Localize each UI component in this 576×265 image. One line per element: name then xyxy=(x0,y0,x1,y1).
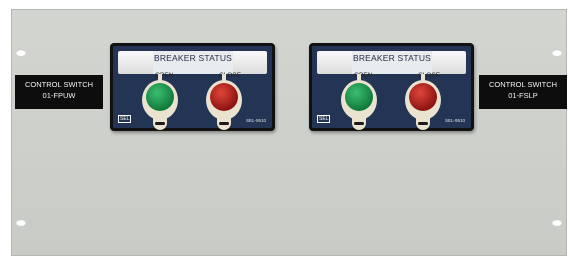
sel-logo: SEL xyxy=(317,115,331,123)
model-label: SEL-9510 xyxy=(245,118,266,123)
plate-line2: 01-FPUW xyxy=(42,91,76,100)
close-switch[interactable] xyxy=(403,74,443,132)
close-switch[interactable] xyxy=(204,74,244,132)
mount-hole-top-left xyxy=(16,49,26,56)
control-switch-plate-right: CONTROL SWITCH 01-FSLP xyxy=(479,75,567,109)
open-switch[interactable] xyxy=(339,74,379,132)
plate-line2: 01-FSLP xyxy=(508,91,538,100)
mount-hole-bottom-right xyxy=(552,219,562,226)
control-switch-plate-left: CONTROL SWITCH 01-FPUW xyxy=(15,75,103,109)
model-label: SEL-9510 xyxy=(444,118,465,123)
plate-line1: CONTROL SWITCH xyxy=(488,80,558,89)
mount-hole-bottom-left xyxy=(16,219,26,226)
open-switch[interactable] xyxy=(140,74,180,132)
breaker-status-unit-2: BREAKER STATUS OPEN CLOSE SEL SEL-9510 xyxy=(309,43,474,131)
breaker-status-title: BREAKER STATUS xyxy=(352,51,432,74)
plate-line1: CONTROL SWITCH xyxy=(24,80,94,89)
title-strip: BREAKER STATUS OPEN CLOSE xyxy=(317,51,466,79)
breaker-status-title: BREAKER STATUS xyxy=(153,51,233,74)
rack-panel: CONTROL SWITCH 01-FPUW CONTROL SWITCH 01… xyxy=(11,9,567,256)
close-button[interactable] xyxy=(409,83,437,111)
sel-logo: SEL xyxy=(118,115,132,123)
breaker-status-unit-1: BREAKER STATUS OPEN CLOSE SEL SEL-9510 xyxy=(110,43,275,131)
title-strip: BREAKER STATUS OPEN CLOSE xyxy=(118,51,267,79)
close-button[interactable] xyxy=(210,83,238,111)
open-button[interactable] xyxy=(146,83,174,111)
mount-hole-top-right xyxy=(552,49,562,56)
open-button[interactable] xyxy=(345,83,373,111)
